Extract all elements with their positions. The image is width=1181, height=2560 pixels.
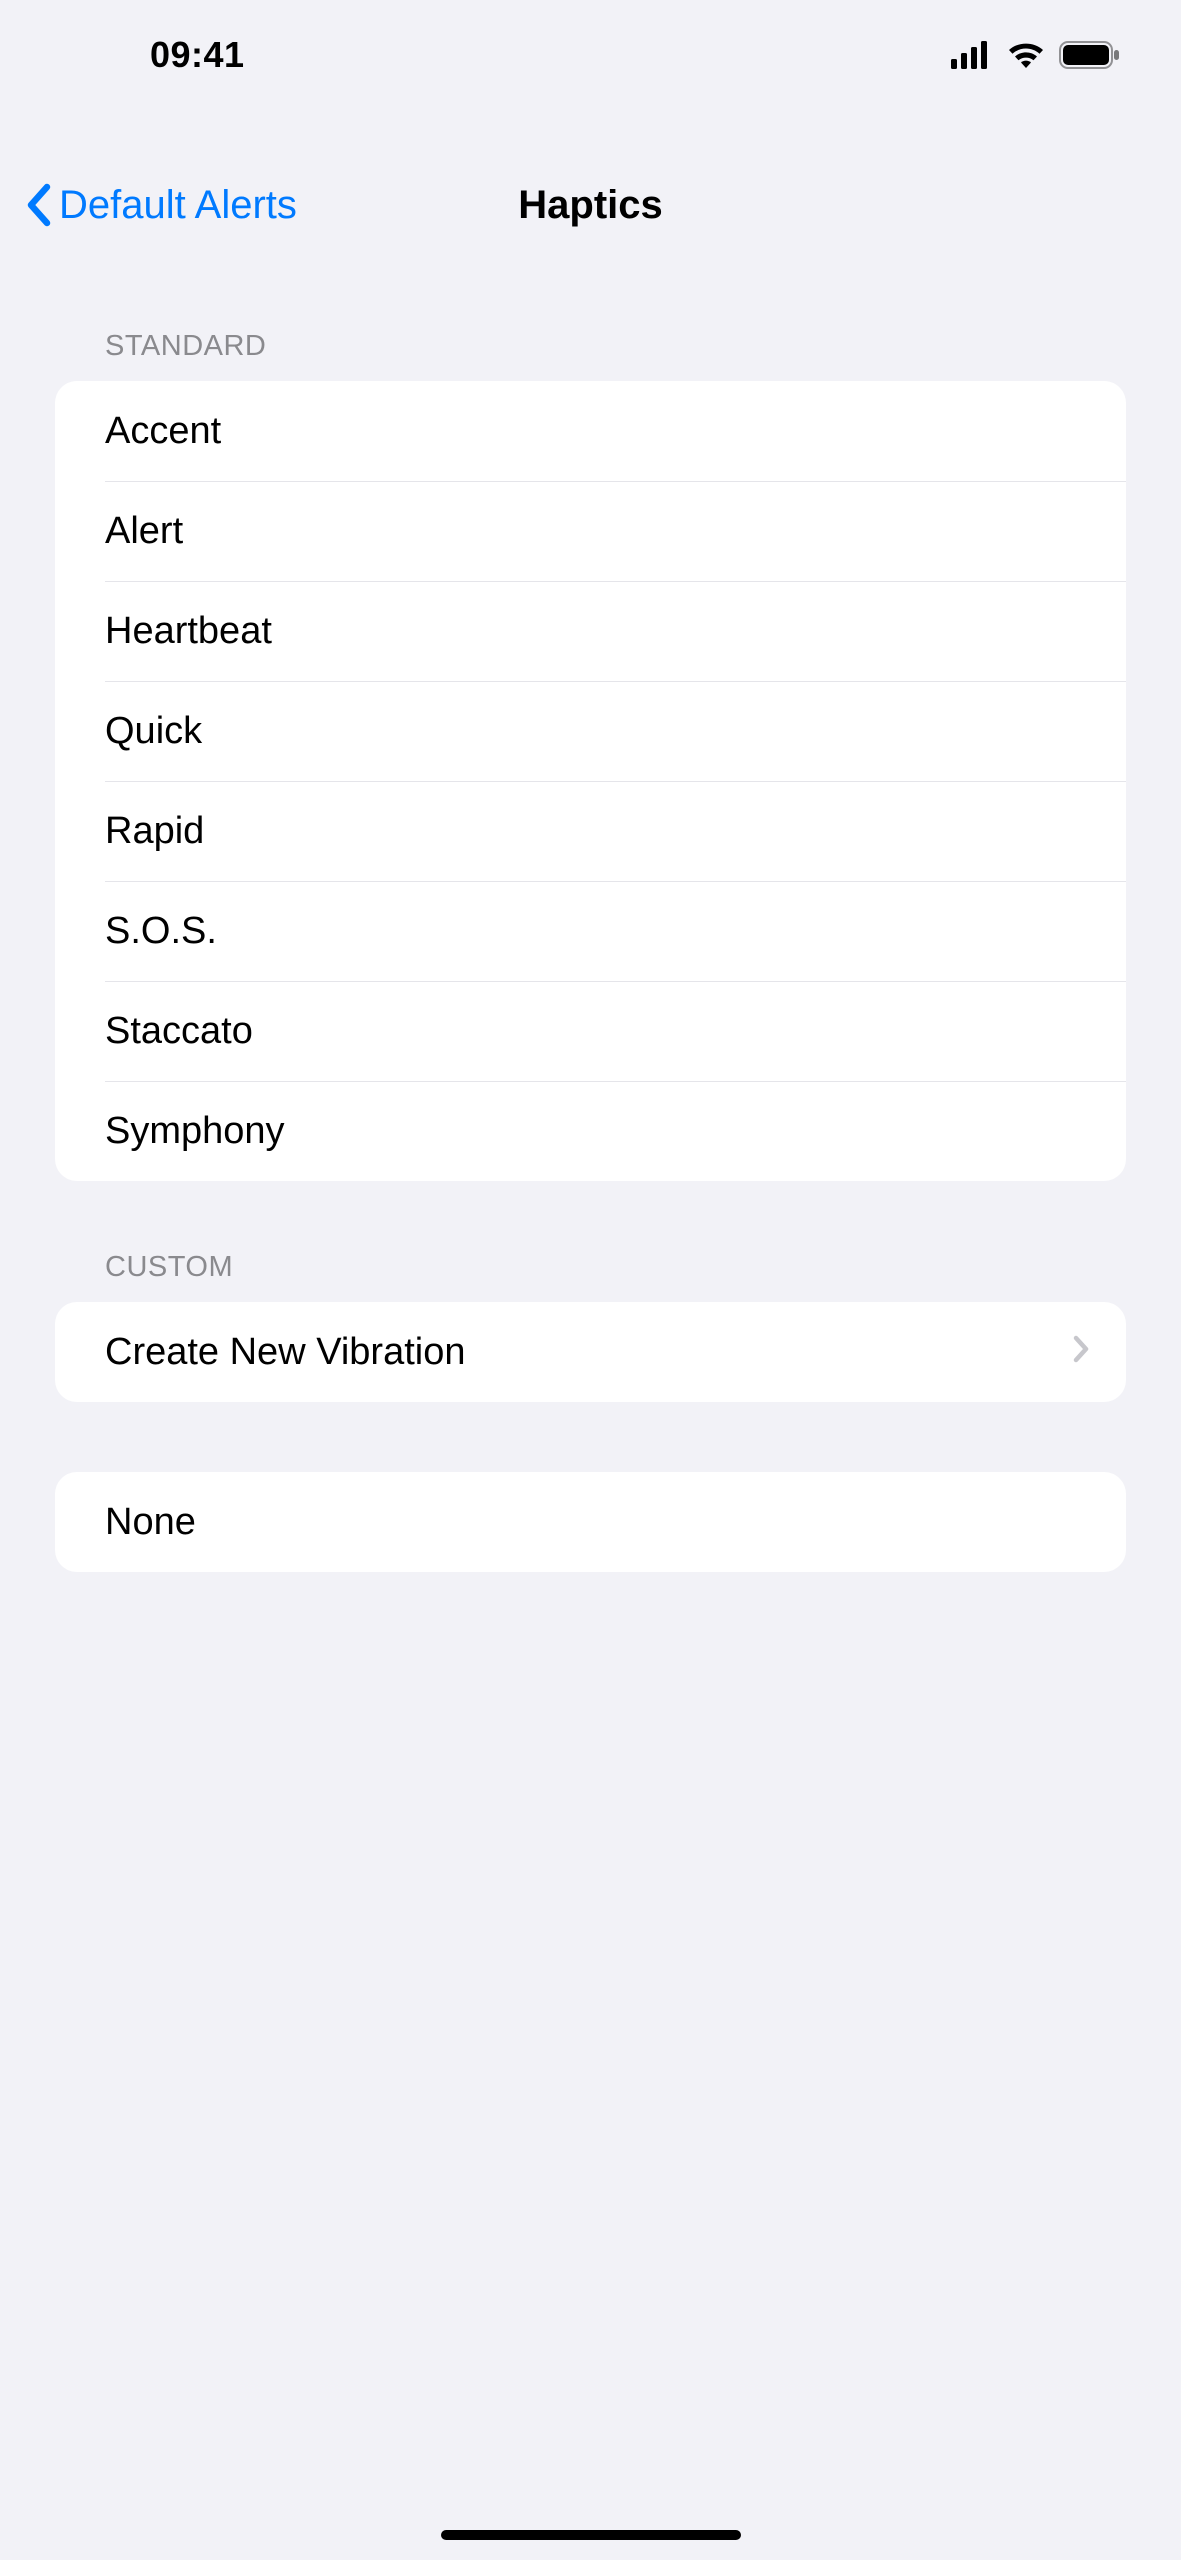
nav-bar: Default Alerts Haptics	[0, 160, 1181, 250]
create-new-vibration[interactable]: Create New Vibration	[55, 1302, 1126, 1402]
back-label: Default Alerts	[59, 183, 297, 228]
haptic-option-rapid[interactable]: Rapid	[55, 781, 1126, 881]
group-standard: Accent Alert Heartbeat Quick Rapid S.O.S…	[55, 381, 1126, 1181]
cell-label: Heartbeat	[105, 610, 272, 653]
status-time: 09:41	[150, 34, 245, 76]
cell-label: Accent	[105, 410, 221, 453]
content: Standard Accent Alert Heartbeat Quick Ra…	[0, 330, 1181, 1642]
cell-label: None	[105, 1501, 196, 1544]
cellular-icon	[951, 41, 993, 69]
haptic-option-accent[interactable]: Accent	[55, 381, 1126, 481]
cell-label: S.O.S.	[105, 910, 217, 953]
home-indicator	[441, 2530, 741, 2540]
haptic-option-alert[interactable]: Alert	[55, 481, 1126, 581]
haptic-option-heartbeat[interactable]: Heartbeat	[55, 581, 1126, 681]
cell-label: Alert	[105, 510, 183, 553]
cell-label: Quick	[105, 710, 202, 753]
battery-icon	[1059, 41, 1121, 69]
group-none: None	[55, 1472, 1126, 1572]
back-button[interactable]: Default Alerts	[25, 183, 297, 228]
group-custom: Create New Vibration	[55, 1302, 1126, 1402]
cell-label: Create New Vibration	[105, 1331, 465, 1374]
cell-label: Staccato	[105, 1010, 253, 1053]
chevron-right-icon	[1072, 1331, 1090, 1374]
wifi-icon	[1007, 41, 1045, 69]
cell-label: Rapid	[105, 810, 204, 853]
cell-label: Symphony	[105, 1110, 285, 1153]
haptic-option-sos[interactable]: S.O.S.	[55, 881, 1126, 981]
section-header-standard: Standard	[55, 330, 1126, 381]
haptic-option-symphony[interactable]: Symphony	[55, 1081, 1126, 1181]
status-bar: 09:41	[0, 0, 1181, 110]
haptic-option-quick[interactable]: Quick	[55, 681, 1126, 781]
haptic-option-none[interactable]: None	[55, 1472, 1126, 1572]
section-header-custom: Custom	[55, 1251, 1126, 1302]
haptic-option-staccato[interactable]: Staccato	[55, 981, 1126, 1081]
status-icons	[951, 41, 1121, 69]
chevron-left-icon	[25, 183, 51, 227]
